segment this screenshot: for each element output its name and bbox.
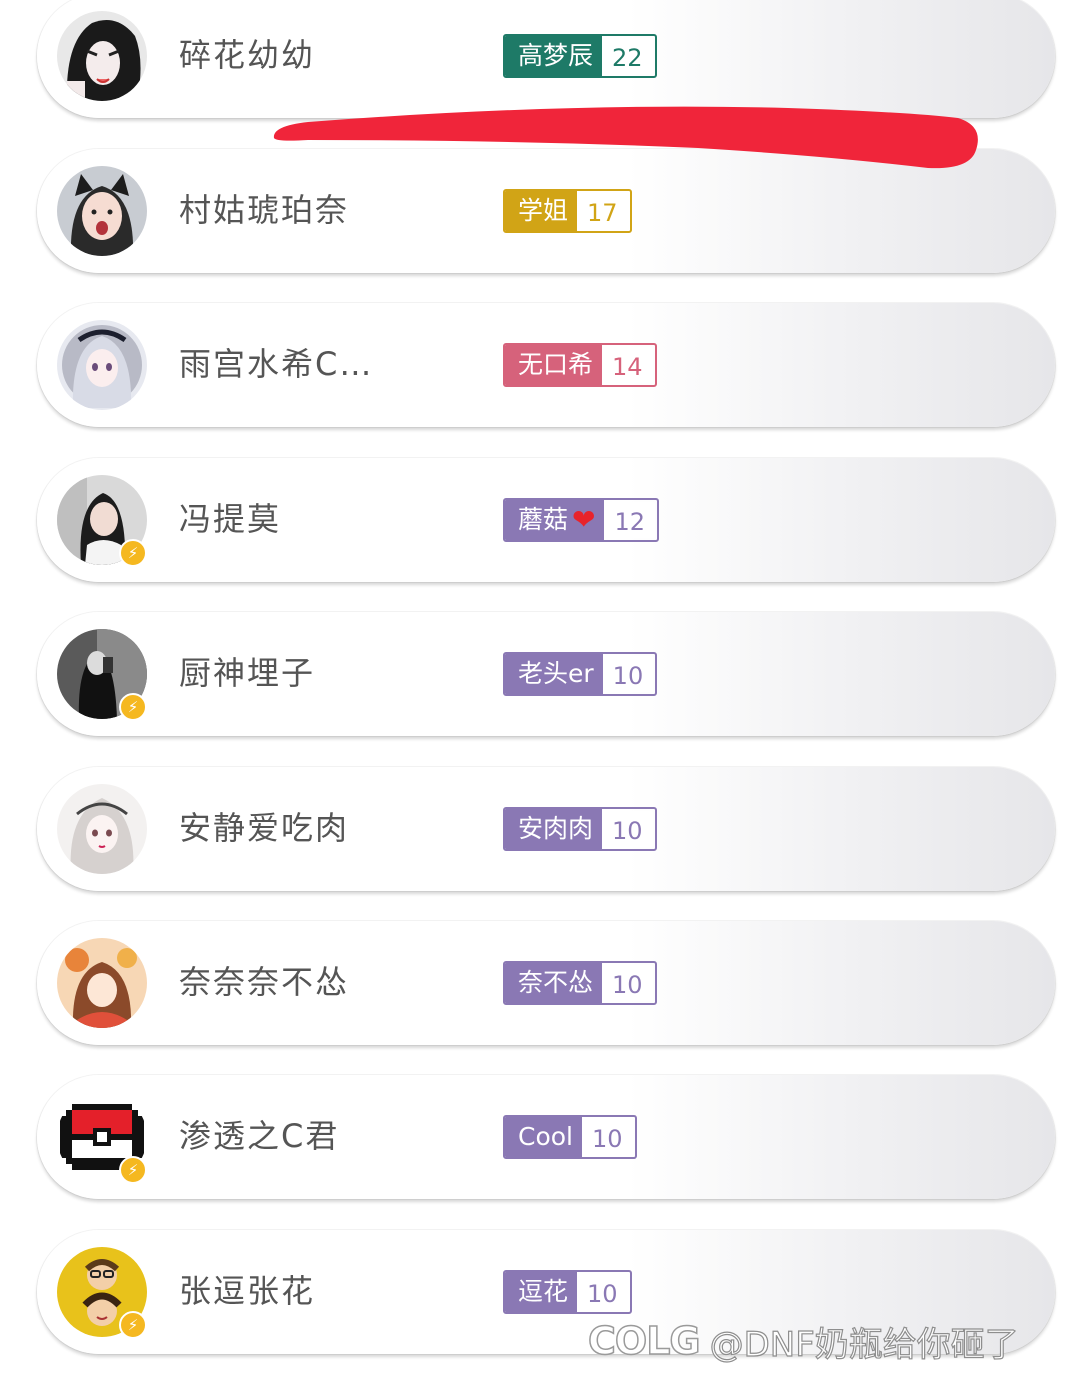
badge-level: 10 — [582, 1119, 633, 1155]
avatar[interactable] — [57, 11, 147, 101]
username: 雨宫水希C… — [179, 345, 374, 383]
username: 厨神埋子 — [179, 654, 316, 692]
badge-title: 老头er — [505, 654, 603, 694]
watermark-handle: @DNF奶瓶给你砸了 — [709, 1324, 1019, 1365]
username: 冯提莫 — [179, 500, 282, 538]
list-item[interactable]: ⚡ 渗透之C君 Cool 10 — [37, 1075, 1055, 1199]
fan-badge: 老头er 10 — [503, 652, 658, 696]
badge-title: 奈不怂 — [505, 963, 603, 1003]
heart-icon: ❤ — [572, 503, 596, 536]
avatar[interactable] — [57, 784, 147, 874]
badge-level: 10 — [602, 811, 653, 847]
username: 村姑琥珀奈 — [179, 191, 350, 229]
fan-badge: Cool 10 — [503, 1115, 637, 1159]
badge-level: 10 — [577, 1274, 628, 1310]
avatar[interactable]: ⚡ — [57, 629, 147, 721]
colg-logo: COLG — [587, 1318, 701, 1364]
red-scribble-mark — [273, 106, 978, 169]
list-item[interactable]: ⚡ 冯提莫 蘑菇 ❤ 12 — [37, 458, 1055, 582]
username: 碎花幼幼 — [179, 36, 316, 74]
badge-title: 安肉肉 — [505, 809, 603, 849]
lightning-bolt-icon: ⚡ — [119, 1156, 147, 1184]
lightning-bolt-icon: ⚡ — [119, 539, 147, 567]
fan-badge: 无口希 14 — [503, 343, 657, 387]
badge-level: 14 — [602, 347, 653, 383]
badge-level: 10 — [602, 656, 654, 692]
username: 渗透之C君 — [179, 1117, 340, 1155]
badge-level: 22 — [602, 38, 653, 74]
badge-title: 学姐 — [505, 191, 578, 231]
avatar[interactable]: ⚡ — [57, 1247, 147, 1339]
fan-badge: 学姐 17 — [503, 189, 632, 233]
username: 张逗张花 — [179, 1272, 316, 1310]
avatar[interactable]: ⚡ — [57, 1092, 147, 1184]
username: 奈奈奈不怂 — [179, 963, 350, 1001]
badge-level: 17 — [577, 193, 628, 229]
avatar[interactable] — [57, 320, 147, 410]
avatar[interactable] — [57, 166, 147, 256]
badge-title: Cool — [505, 1117, 582, 1157]
list-item[interactable]: 雨宫水希C… 无口希 14 — [37, 303, 1055, 427]
badge-level: 12 — [604, 502, 656, 538]
lightning-bolt-icon: ⚡ — [119, 693, 147, 721]
fan-badge: 逗花 10 — [503, 1270, 632, 1314]
badge-title-text: 蘑菇 — [518, 505, 569, 534]
badge-title: 逗花 — [505, 1272, 578, 1312]
badge-title: 高梦辰 — [505, 36, 603, 76]
fan-badge: 蘑菇 ❤ 12 — [503, 498, 660, 542]
username: 安静爱吃肉 — [179, 809, 350, 847]
fan-ranking-list: 碎花幼幼 高梦辰 22 村姑琥珀奈 学姐 17 雨宫水希C… 无口希 14 ⚡ … — [0, 0, 1080, 1382]
avatar[interactable] — [57, 938, 147, 1028]
fan-badge: 奈不怂 10 — [503, 961, 657, 1005]
watermark: COLG @DNF奶瓶给你砸了 — [587, 1312, 1019, 1370]
list-item[interactable]: ⚡ 厨神埋子 老头er 10 — [37, 612, 1055, 736]
lightning-bolt-icon: ⚡ — [119, 1311, 147, 1339]
list-item[interactable]: 安静爱吃肉 安肉肉 10 — [37, 767, 1055, 891]
list-item[interactable]: 奈奈奈不怂 奈不怂 10 — [37, 921, 1055, 1045]
fan-badge: 高梦辰 22 — [503, 34, 657, 78]
badge-level: 10 — [602, 965, 653, 1001]
badge-title: 无口希 — [505, 345, 603, 385]
badge-title: 蘑菇 ❤ — [505, 500, 605, 540]
fan-badge: 安肉肉 10 — [503, 807, 657, 851]
avatar[interactable]: ⚡ — [57, 475, 147, 567]
